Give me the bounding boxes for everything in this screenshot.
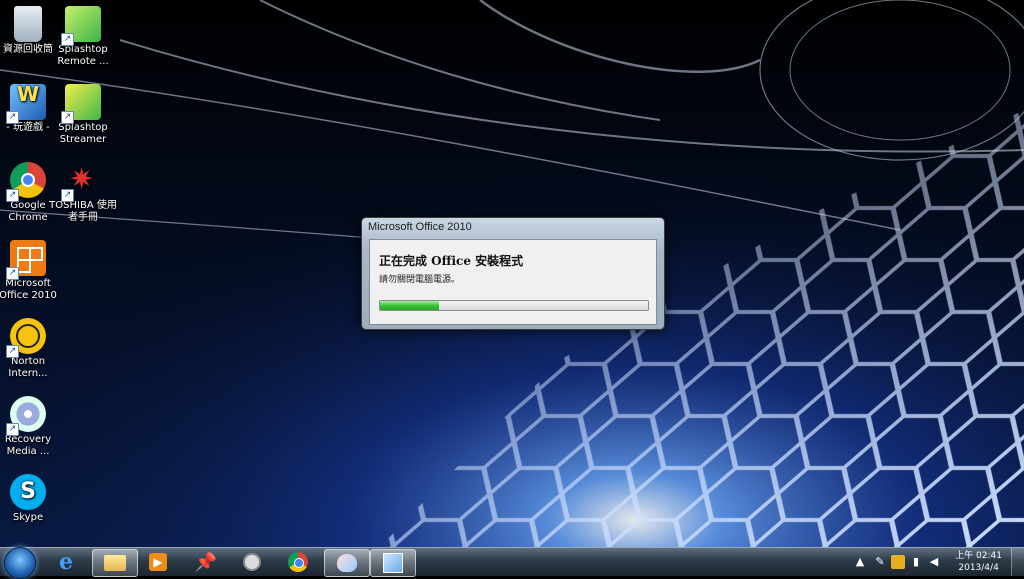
recycle-bin-icon (14, 6, 42, 42)
desktop-icon-label: Splashtop Streamer (58, 122, 108, 145)
taskbar-internet-explorer[interactable]: e (44, 549, 88, 575)
taskbar-office-setup[interactable] (370, 549, 416, 577)
pin-tray-icon[interactable]: ✎ (873, 555, 887, 569)
desktop-icon-label: TOSHIBA 使用者手冊 (49, 200, 117, 223)
chrome-icon (288, 552, 308, 572)
desktop-icon-label: Microsoft Office 2010 (0, 278, 57, 301)
skype-icon: S (10, 474, 46, 510)
desktop-icon-norton[interactable]: ↗ Norton Intern... (0, 318, 63, 380)
security-tray-icon[interactable] (891, 555, 905, 569)
desktop-icon-recovery-media[interactable]: ↗ Recovery Media ... (0, 396, 63, 458)
chrome-icon: ↗ (6, 162, 46, 202)
start-button[interactable] (4, 547, 36, 579)
toshiba-manual-icon: ✷ ↗ (61, 162, 101, 202)
office-setup-icon (383, 553, 403, 573)
taskbar-pin-app[interactable]: 📌 (184, 549, 228, 575)
clock-date: 2013/4/4 (958, 563, 999, 573)
desktop-icon-label: Splashtop Remote ... (57, 44, 109, 67)
taskbar: e ▶ 📌 ▲ ✎ ▮ ◀ 上午 02:41 2013/4/4 (0, 547, 1024, 579)
shortcut-arrow-icon: ↗ (61, 189, 74, 202)
paint-icon (337, 554, 357, 572)
system-tray: ▲ ✎ ▮ ◀ 上午 02:41 2013/4/4 (849, 548, 1024, 576)
norton-icon: ↗ (6, 318, 46, 358)
clock-app-icon (243, 553, 261, 571)
office-setup-dialog: Microsoft Office 2010 正在完成 Office 安裝程式 請… (361, 217, 665, 330)
games-icon: W ↗ (6, 84, 46, 124)
taskbar-media-player[interactable]: ▶ (136, 549, 180, 575)
progress-fill (380, 301, 439, 310)
pin-icon: 📌 (194, 551, 218, 573)
desktop-icon-label: Skype (12, 512, 44, 523)
internet-explorer-icon: e (59, 549, 73, 575)
clock-time: 上午 02:41 (955, 551, 1002, 561)
windows-explorer-icon (104, 555, 126, 571)
dialog-title: Microsoft Office 2010 (368, 221, 472, 233)
office-icon: ↗ (6, 240, 46, 280)
shortcut-arrow-icon: ↗ (6, 345, 19, 358)
desktop-icon-label: Recovery Media ... (4, 434, 52, 457)
desktop-icon-microsoft-office[interactable]: ↗ Microsoft Office 2010 (0, 240, 63, 302)
shortcut-arrow-icon: ↗ (6, 267, 19, 280)
recovery-media-icon: ↗ (6, 396, 46, 436)
dialog-subtext: 請勿關閉電腦電源。 (379, 275, 461, 285)
desktop-icon-skype[interactable]: S Skype (0, 474, 63, 524)
splashtop-remote-icon: ↗ (61, 6, 101, 46)
shortcut-arrow-icon: ↗ (61, 33, 74, 46)
desktop-icon-splashtop-streamer[interactable]: ↗ Splashtop Streamer (48, 84, 118, 146)
dialog-body: 正在完成 Office 安裝程式 請勿關閉電腦電源。 (369, 239, 657, 325)
show-hidden-icons-icon[interactable]: ▲ (853, 555, 867, 569)
shortcut-arrow-icon: ↗ (6, 423, 19, 436)
shortcut-arrow-icon: ↗ (6, 111, 19, 124)
taskbar-windows-explorer[interactable] (92, 549, 138, 577)
taskbar-paint[interactable] (324, 549, 370, 577)
show-desktop-button[interactable] (1011, 548, 1024, 576)
network-icon[interactable]: ▮ (909, 555, 923, 569)
volume-icon[interactable]: ◀ (927, 555, 941, 569)
taskbar-clock[interactable]: 上午 02:41 2013/4/4 (955, 550, 1002, 574)
shortcut-arrow-icon: ↗ (6, 189, 19, 202)
desktop-icon-splashtop-remote[interactable]: ↗ Splashtop Remote ... (48, 6, 118, 68)
dialog-heading: 正在完成 Office 安裝程式 (379, 254, 524, 268)
install-progress-bar (379, 300, 649, 311)
splashtop-streamer-icon: ↗ (61, 84, 101, 124)
shortcut-arrow-icon: ↗ (61, 111, 74, 124)
desktop-icon-label: Norton Intern... (8, 356, 48, 379)
taskbar-chrome[interactable] (276, 549, 320, 575)
desktop-icon-toshiba-manual[interactable]: ✷ ↗ TOSHIBA 使用者手冊 (48, 162, 118, 224)
taskbar-clock-app[interactable] (230, 549, 274, 575)
media-player-icon: ▶ (149, 553, 167, 571)
